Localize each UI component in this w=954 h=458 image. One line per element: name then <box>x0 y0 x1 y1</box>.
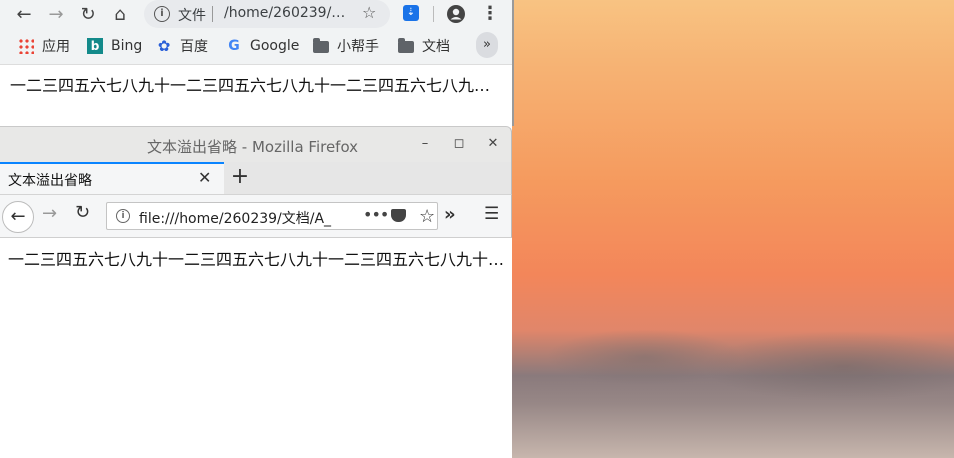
apps-icon <box>18 38 34 54</box>
address-bar[interactable]: i 文件 /home/260239/… ☆ <box>144 0 390 28</box>
tab-strip: 文本溢出省略 ✕ + <box>0 162 512 194</box>
close-icon[interactable]: ✕ <box>484 135 502 153</box>
bing-icon: b <box>87 38 103 54</box>
bookmarks-bar: 应用 b Bing ✿ 百度 G Google 小帮手 文档 » <box>0 28 512 65</box>
account-icon[interactable] <box>446 4 466 24</box>
bookmark-label: 小帮手 <box>337 39 379 55</box>
url-bar[interactable]: i file:///home/260239/文档/A_ ••• ☆ <box>106 202 438 230</box>
tab-close-icon[interactable]: ✕ <box>198 168 211 187</box>
bookmark-label: Google <box>250 38 300 54</box>
bookmark-folder-helper[interactable]: 小帮手 <box>313 36 379 56</box>
bookmark-star-icon[interactable]: ☆ <box>362 3 376 22</box>
folder-icon <box>313 38 329 53</box>
address-separator <box>212 6 213 22</box>
bookmark-baidu[interactable]: ✿ 百度 <box>156 36 208 56</box>
bookmark-bing[interactable]: b Bing <box>87 36 142 56</box>
url-text: file:///home/260239/文档/A_ <box>139 211 332 227</box>
google-icon: G <box>228 38 240 54</box>
hamburger-menu-icon[interactable]: ☰ <box>484 204 499 224</box>
overflow-icon[interactable]: » <box>444 204 456 225</box>
home-icon[interactable]: ⌂ <box>108 2 132 26</box>
baidu-icon: ✿ <box>157 37 171 55</box>
folder-icon <box>398 38 414 53</box>
toolbar-separator <box>433 6 434 22</box>
reload-icon[interactable]: ↻ <box>76 2 100 26</box>
bookmark-apps[interactable]: 应用 <box>18 36 70 56</box>
firefox-titlebar[interactable]: 文本溢出省略 - Mozilla Firefox – ◻ ✕ <box>0 126 512 163</box>
back-icon[interactable]: ← <box>2 201 34 233</box>
bookmark-label: 应用 <box>42 39 70 55</box>
address-scheme-label: 文件 <box>178 8 206 24</box>
bookmark-label: Bing <box>111 38 143 54</box>
bookmark-star-icon[interactable]: ☆ <box>419 206 435 227</box>
new-tab-icon[interactable]: + <box>230 164 250 189</box>
window-title: 文本溢出省略 - Mozilla Firefox <box>147 138 359 156</box>
back-icon[interactable]: ← <box>12 2 36 26</box>
chrome-window: ← → ↻ ⌂ i 文件 /home/260239/… ☆ ⇣ ⋮ 应用 b B… <box>0 0 514 126</box>
bookmark-folder-docs[interactable]: 文档 <box>398 36 450 56</box>
tab-title: 文本溢出省略 <box>8 173 92 189</box>
bookmark-label: 百度 <box>180 39 208 55</box>
extension-icon[interactable]: ⇣ <box>403 5 419 21</box>
maximize-icon[interactable]: ◻ <box>450 135 468 153</box>
minimize-icon[interactable]: – <box>416 135 434 153</box>
menu-icon[interactable]: ⋮ <box>480 2 500 26</box>
firefox-window: 文本溢出省略 - Mozilla Firefox – ◻ ✕ 文本溢出省略 ✕ … <box>0 126 512 458</box>
info-icon[interactable]: i <box>154 6 170 22</box>
bookmark-google[interactable]: G Google <box>226 36 299 56</box>
forward-icon[interactable]: → <box>42 203 57 224</box>
info-icon[interactable]: i <box>116 209 130 223</box>
tab-active[interactable]: 文本溢出省略 ✕ <box>0 162 224 194</box>
pocket-icon[interactable] <box>391 209 406 222</box>
chrome-toolbar: ← → ↻ ⌂ i 文件 /home/260239/… ☆ ⇣ ⋮ <box>0 0 512 28</box>
forward-icon[interactable]: → <box>44 2 68 26</box>
firefox-page-text: 一二三四五六七八九十一二三四五六七八九十一二三四五六七八九十… <box>8 250 505 269</box>
bookmarks-more-button[interactable]: » <box>476 32 498 58</box>
reload-icon[interactable]: ↻ <box>75 202 90 223</box>
desktop-wallpaper <box>512 0 954 458</box>
address-url: /home/260239/… <box>224 5 346 21</box>
firefox-navbar: ← → ↻ i file:///home/260239/文档/A_ ••• ☆ … <box>0 194 512 238</box>
bookmark-label: 文档 <box>422 39 450 55</box>
page-actions-icon[interactable]: ••• <box>363 205 389 224</box>
chrome-page-text: 一二三四五六七八九十一二三四五六七八九十一二三四五六七八九… <box>10 76 491 95</box>
